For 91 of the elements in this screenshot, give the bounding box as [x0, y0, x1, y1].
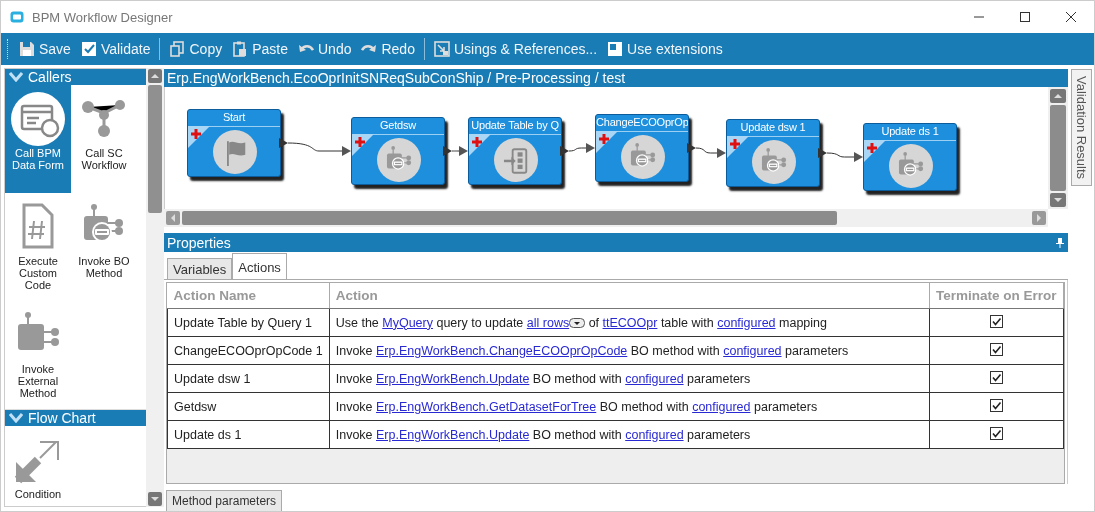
toolbar-button[interactable]: Redo: [356, 39, 420, 59]
checkbox[interactable]: [990, 398, 1004, 412]
palette-item[interactable]: Invoke External Method: [5, 301, 71, 409]
method-node-icon: [377, 138, 421, 182]
connector: [818, 148, 863, 162]
method-node-icon: [621, 135, 665, 179]
link[interactable]: configured: [723, 343, 782, 358]
method-node-icon: [752, 140, 796, 184]
tab[interactable]: Variables: [167, 258, 233, 279]
scroll-left-icon[interactable]: [166, 211, 180, 225]
toolbar-button[interactable]: Use extensions: [602, 39, 728, 59]
toolbar-button[interactable]: Undo: [293, 39, 357, 59]
paste-icon: [232, 41, 249, 57]
palette-item[interactable]: Call SC Workflow: [71, 85, 137, 193]
link[interactable]: ttECOOpr: [602, 315, 658, 330]
scroll-right-icon[interactable]: [1032, 211, 1046, 225]
link[interactable]: configured: [625, 371, 684, 386]
table-cell: Update Table by Query 1: [167, 308, 330, 337]
palette-item[interactable]: Condition: [5, 426, 71, 506]
action-sentence: Use the MyQuery query to update all rows of ttECOOpr table with configured mapping: [329, 308, 930, 337]
scroll-down-icon[interactable]: [148, 492, 162, 506]
toolbar-button[interactable]: Paste: [227, 39, 293, 59]
column-header: Terminate on Error: [929, 283, 1064, 309]
table-cell: Getdsw: [167, 392, 330, 421]
scroll-up-icon[interactable]: [1050, 89, 1066, 103]
save-icon: [19, 41, 35, 57]
form-icon: [10, 91, 66, 147]
link[interactable]: Erp.EngWorkBench.Update: [376, 371, 530, 386]
add-icon: [596, 131, 618, 153]
toolbar-button[interactable]: Save: [14, 39, 76, 59]
add-icon: [469, 134, 491, 156]
connector: [443, 146, 468, 156]
tab[interactable]: Method parameters: [166, 490, 283, 511]
panel-title: Properties: [167, 234, 231, 251]
table-cell: Update ds 1: [167, 420, 330, 449]
dropdown-icon: [569, 317, 586, 330]
breadcrumb: Erp.EngWorkBench.EcoOprInitSNReqSubConShip / Pre-Processing / test: [164, 69, 1068, 87]
action-sentence: Invoke Erp.EngWorkBench.GetDatasetForTree BO method with configured parameters: [329, 392, 930, 421]
link[interactable]: configured: [625, 427, 684, 442]
checkbox[interactable]: [990, 314, 1004, 328]
scrollbar-thumb[interactable]: [148, 85, 162, 213]
add-icon: [727, 136, 749, 158]
pin-icon[interactable]: [1056, 237, 1064, 248]
scrollbar-thumb[interactable]: [1050, 105, 1066, 191]
link[interactable]: Erp.EngWorkBench.GetDatasetForTree: [376, 399, 597, 414]
dropdown-link[interactable]: all rows: [526, 315, 586, 330]
action-sentence: Invoke Erp.EngWorkBench.Update BO method with configured parameters: [329, 420, 930, 449]
table-cell: ChangeECOOprOpCode 1: [167, 336, 330, 365]
palette-item[interactable]: Invoke BO Method: [71, 193, 137, 301]
connector: [279, 138, 351, 156]
checkbox[interactable]: [990, 342, 1004, 356]
tab[interactable]: Actions: [232, 253, 287, 279]
import-icon: [433, 41, 450, 57]
link[interactable]: Erp.EngWorkBench.Update: [376, 427, 530, 442]
checkbox[interactable]: [990, 426, 1004, 440]
table-import-icon: [494, 138, 538, 182]
palette-item[interactable]: Execute Custom Code: [5, 193, 71, 301]
scrollbar-thumb[interactable]: [182, 211, 837, 225]
action-sentence: Invoke Erp.EngWorkBench.ChangeECOOprOpCode BO method with configured parameters: [329, 336, 930, 365]
checkbox[interactable]: [990, 370, 1004, 384]
checkbox-icon: [80, 41, 97, 57]
link[interactable]: configured: [692, 399, 751, 414]
column-header: Action: [329, 283, 930, 309]
extension-icon: [607, 41, 624, 57]
palette-item[interactable]: Call BPM Data Form: [5, 85, 71, 193]
connector: [687, 143, 726, 158]
section-header[interactable]: Callers: [5, 69, 146, 85]
action-sentence: Invoke Erp.EngWorkBench.Update BO method with configured parameters: [329, 364, 930, 393]
toolbar-button[interactable]: Usings & References...: [428, 39, 603, 59]
add-icon: [352, 134, 374, 156]
window-title: BPM Workflow Designer: [32, 9, 173, 25]
method-node-icon: [889, 144, 933, 188]
toolbar-button[interactable]: Copy: [164, 39, 228, 59]
flag-icon: [213, 130, 257, 174]
connector: [560, 143, 595, 156]
scroll-down-icon[interactable]: [1050, 193, 1066, 207]
toolbar-button[interactable]: Validate: [75, 39, 156, 59]
app-icon: [10, 11, 24, 23]
side-tab[interactable]: Validation Results: [1070, 69, 1092, 187]
link[interactable]: configured: [717, 315, 776, 330]
scroll-up-icon[interactable]: [148, 69, 162, 83]
close-icon[interactable]: [1065, 11, 1077, 23]
table-cell: Update dsw 1: [167, 364, 330, 393]
column-header: Action Name: [167, 283, 330, 309]
link[interactable]: MyQuery: [382, 315, 433, 330]
maximize-icon[interactable]: [1019, 11, 1031, 23]
link[interactable]: Erp.EngWorkBench.ChangeECOOprOpCode: [376, 343, 628, 358]
add-icon: [188, 126, 210, 148]
copy-icon: [169, 41, 186, 57]
section-header[interactable]: Flow Chart: [5, 410, 146, 426]
add-icon: [864, 140, 886, 162]
